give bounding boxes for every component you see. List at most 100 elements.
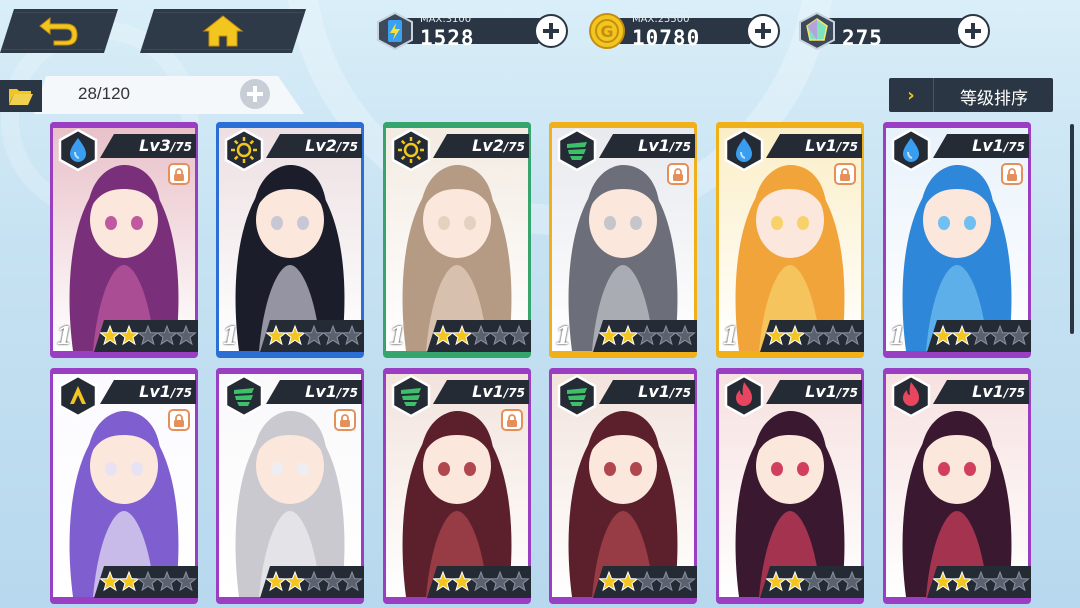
character-card[interactable]: Lv2/75 1 (383, 122, 531, 358)
back-arrow-icon (36, 14, 82, 48)
star-filled-icon (599, 324, 620, 346)
level-value: Lv1 (305, 382, 337, 401)
star-empty-icon (470, 324, 492, 346)
level-label: Lv2/75 (305, 136, 358, 155)
lock-button[interactable] (667, 163, 689, 185)
scrollbar[interactable] (1070, 124, 1074, 334)
level-value: Lv1 (805, 382, 837, 401)
level-max: /75 (336, 386, 358, 400)
level-max: /75 (170, 140, 192, 154)
chevron-right-icon: › (889, 78, 934, 112)
star-filled-icon (118, 570, 140, 592)
add-gem-button[interactable] (956, 14, 990, 48)
character-card[interactable]: Lv1/75 (716, 368, 864, 604)
level-value: Lv3 (139, 136, 171, 155)
lock-button[interactable] (334, 409, 356, 431)
star-filled-icon (599, 570, 620, 592)
character-card[interactable]: Lv1/75 1 (549, 122, 697, 358)
wind-icon (224, 374, 264, 418)
sun-icon (391, 128, 431, 172)
star-empty-icon (1008, 570, 1030, 592)
star-rating (599, 324, 696, 346)
star-empty-icon (470, 570, 492, 592)
character-card[interactable]: Lv1/75 (549, 368, 697, 604)
lock-button[interactable] (501, 409, 523, 431)
star-filled-icon (118, 324, 140, 346)
energy-resource: MAX:3100 1528 (376, 12, 568, 50)
card-count: 1 (56, 321, 73, 350)
star-empty-icon (341, 324, 363, 346)
character-card[interactable]: Lv1/75 (383, 368, 531, 604)
level-value: Lv2 (305, 136, 337, 155)
level-value: Lv2 (472, 136, 504, 155)
energy-battery-icon (377, 12, 413, 50)
star-filled-icon (766, 324, 787, 346)
star-filled-icon (451, 324, 473, 346)
gold-max: MAX:25500 (632, 14, 690, 25)
level-label: Lv1/75 (972, 136, 1025, 155)
water-drop-icon (724, 128, 764, 172)
lock-button[interactable] (834, 163, 856, 185)
folder-button[interactable] (0, 80, 42, 112)
sort-by-level-button[interactable]: › 等级排序 (889, 78, 1053, 112)
level-max: /75 (1003, 386, 1025, 400)
card-count: 1 (555, 321, 572, 350)
star-empty-icon (636, 570, 658, 592)
lock-icon (174, 167, 184, 181)
character-card[interactable]: Lv1/75 (50, 368, 198, 604)
star-filled-icon (266, 324, 287, 346)
expand-capacity-button[interactable] (240, 79, 270, 109)
water-drop-icon (58, 128, 98, 172)
level-max: /75 (503, 386, 525, 400)
level-label: Lv2/75 (472, 136, 525, 155)
lock-button[interactable] (168, 163, 190, 185)
star-rating (100, 324, 197, 346)
level-max: /75 (669, 386, 691, 400)
wind-icon (391, 374, 431, 418)
folder-icon (9, 89, 33, 105)
level-label: Lv1/75 (805, 382, 858, 401)
gold-resource: G MAX:25500 10780 (588, 12, 780, 50)
inventory-count: 28/120 (78, 84, 130, 103)
character-card[interactable]: Lv1/75 (216, 368, 364, 604)
home-button[interactable] (140, 9, 306, 53)
star-filled-icon (933, 324, 954, 346)
add-gold-button[interactable] (746, 14, 780, 48)
character-card[interactable]: Lv1/75 1 (716, 122, 864, 358)
lock-icon (174, 413, 184, 427)
star-empty-icon (803, 324, 825, 346)
star-rating (100, 570, 197, 592)
lock-button[interactable] (1001, 163, 1023, 185)
plus-icon (247, 86, 263, 102)
star-rating (599, 570, 696, 592)
star-filled-icon (617, 570, 639, 592)
character-card[interactable]: Lv3/75 1 (50, 122, 198, 358)
earth-icon (58, 374, 98, 418)
fire-icon (724, 374, 764, 418)
star-empty-icon (489, 324, 511, 346)
back-button[interactable] (0, 9, 118, 53)
card-count: 1 (389, 321, 406, 350)
lock-icon (840, 167, 850, 181)
character-card[interactable]: Lv1/75 (883, 368, 1031, 604)
level-max: /75 (503, 140, 525, 154)
level-max: /75 (836, 386, 858, 400)
add-energy-button[interactable] (534, 14, 568, 48)
character-card[interactable]: Lv1/75 1 (883, 122, 1031, 358)
card-count: 1 (722, 321, 739, 350)
lock-icon (507, 413, 517, 427)
plus-icon (965, 23, 981, 39)
star-filled-icon (933, 570, 954, 592)
star-rating (433, 324, 530, 346)
star-empty-icon (156, 324, 178, 346)
star-filled-icon (433, 324, 454, 346)
level-value: Lv1 (139, 382, 171, 401)
lock-button[interactable] (168, 409, 190, 431)
star-rating (266, 324, 363, 346)
level-max: /75 (170, 386, 192, 400)
level-label: Lv1/75 (472, 382, 525, 401)
star-rating (933, 324, 1030, 346)
character-card[interactable]: Lv2/75 1 (216, 122, 364, 358)
star-empty-icon (137, 570, 159, 592)
star-empty-icon (970, 324, 992, 346)
